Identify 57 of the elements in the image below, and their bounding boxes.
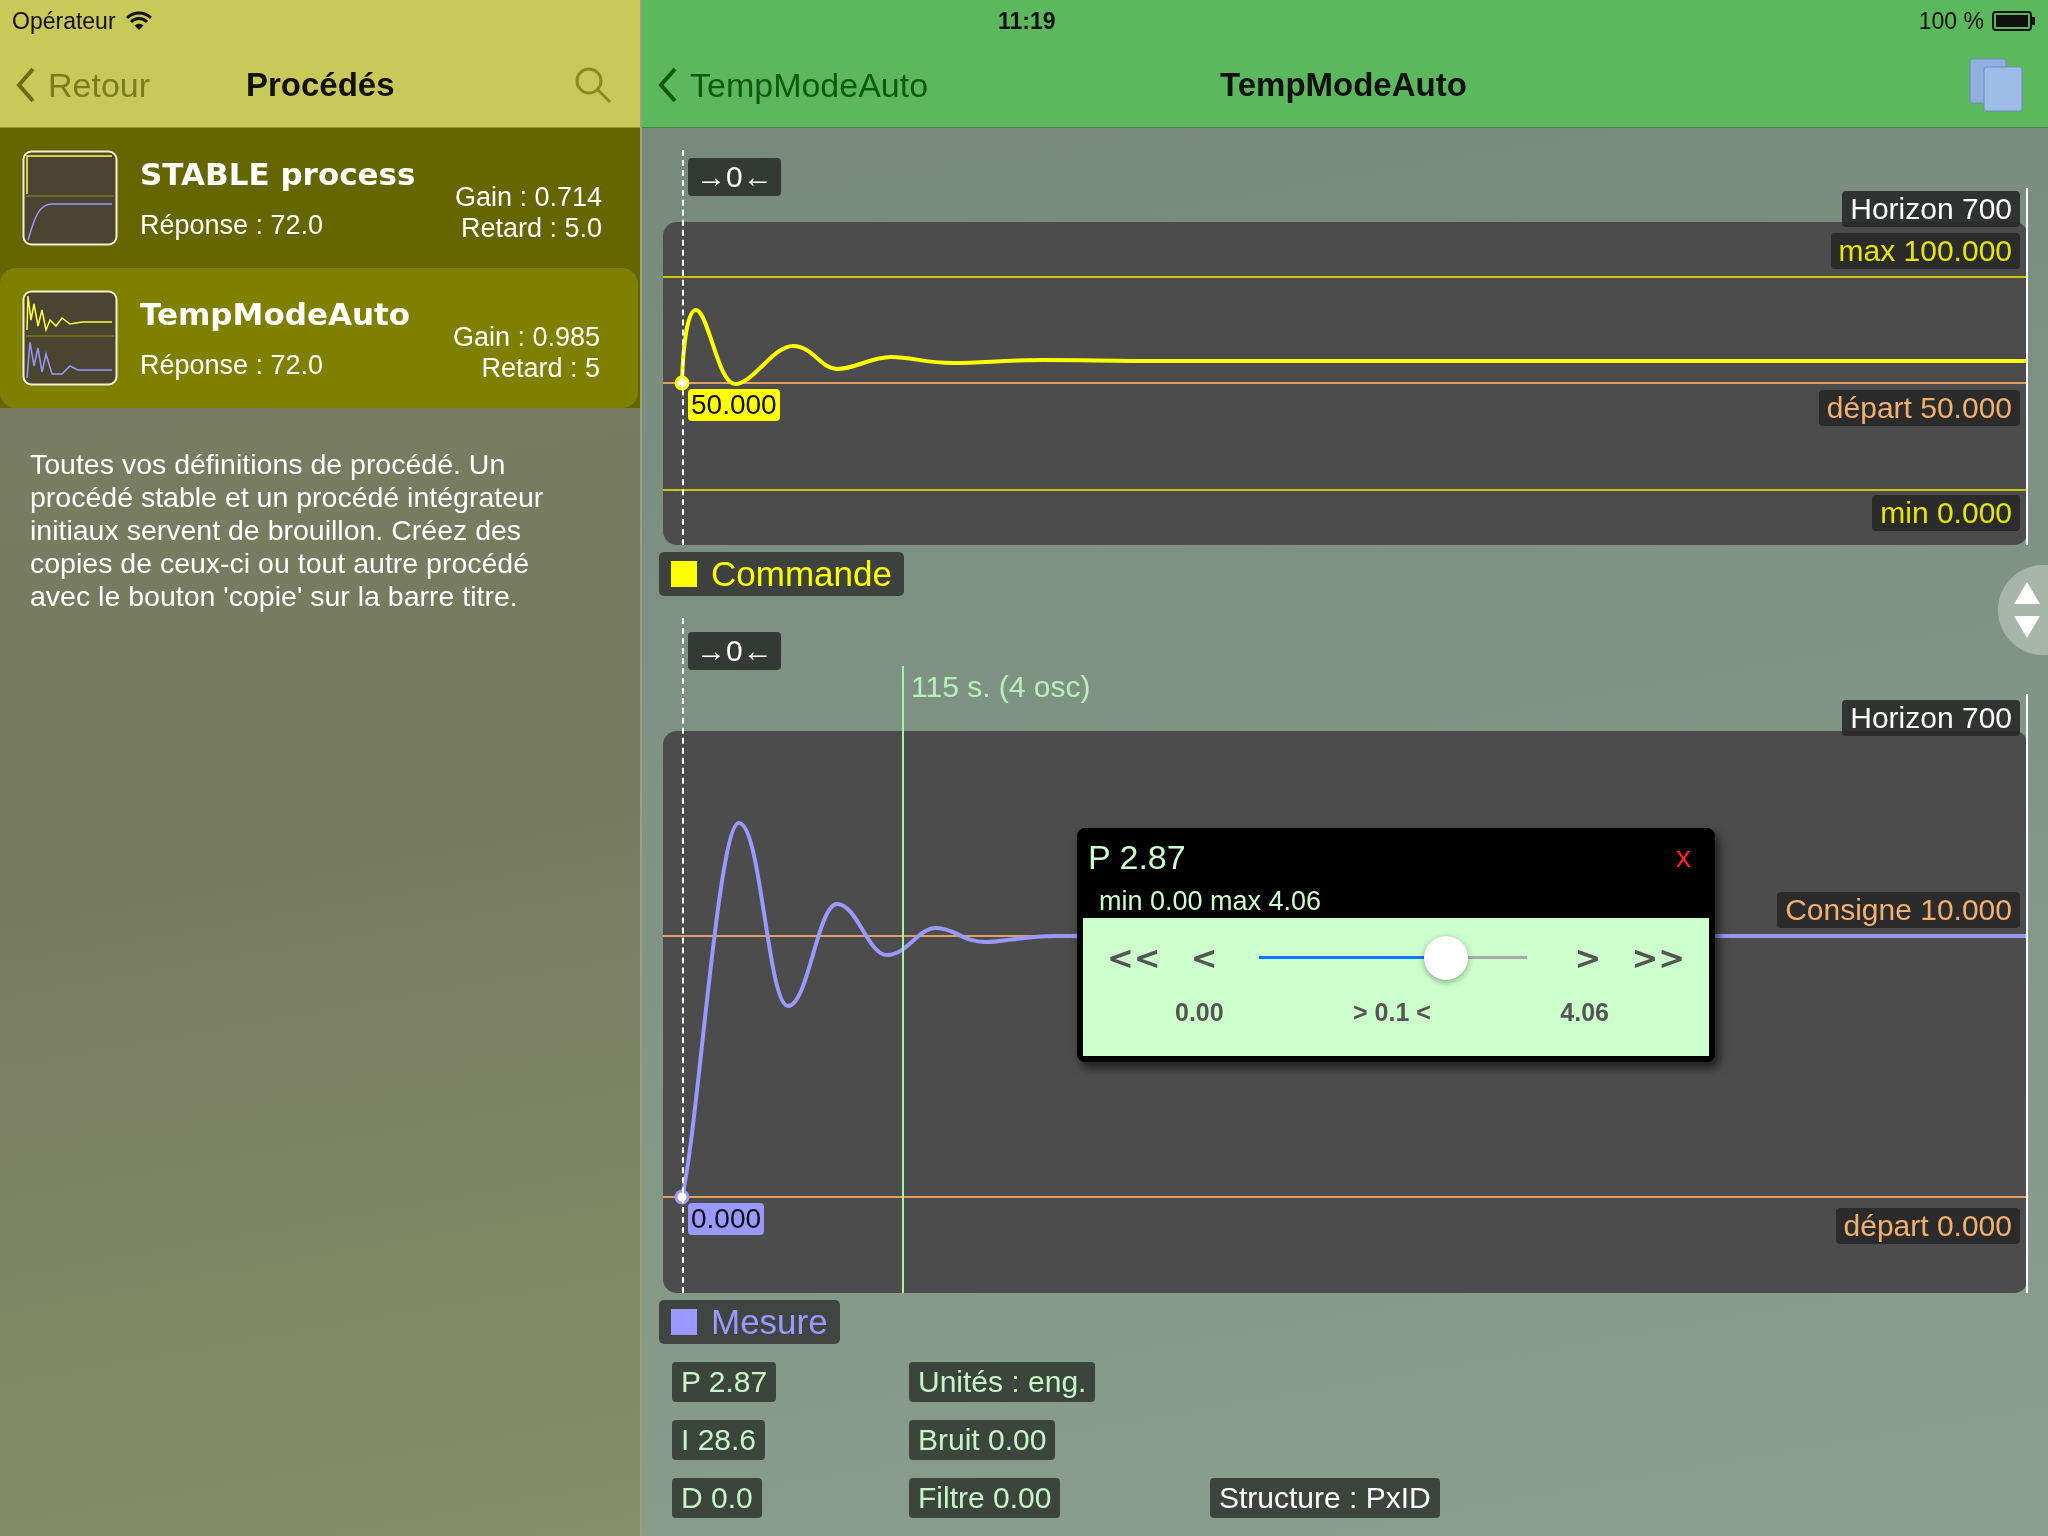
parameter-button[interactable]: Bruit 0.00 xyxy=(909,1420,1056,1460)
battery-icon xyxy=(1992,11,2036,31)
step-button[interactable]: > xyxy=(1566,939,1610,977)
parameter-button[interactable]: P 2.87 xyxy=(672,1362,777,1402)
chevron-left-icon xyxy=(16,67,36,103)
step-value: > 0.1 < xyxy=(1353,998,1431,1027)
legend-label: Mesure xyxy=(711,1302,828,1342)
level-label: Consigne 10.000 xyxy=(1777,892,2020,928)
close-button[interactable]: x xyxy=(1662,840,1705,874)
screen-title: TempModeAuto xyxy=(1220,66,1467,104)
response-value: Réponse : 72.0 xyxy=(140,209,325,241)
popup-title: P 2.87 xyxy=(1088,837,1186,877)
legend-chip[interactable]: Mesure xyxy=(659,1300,840,1344)
range-text: min 0.00 max 4.06 xyxy=(1098,886,1323,918)
start-value: 50.000 xyxy=(688,389,780,421)
parameter-button[interactable]: I 28.6 xyxy=(672,1420,766,1460)
slider-thumb[interactable] xyxy=(1424,936,1469,980)
level-label: max 100.000 xyxy=(1830,233,2020,269)
level-label: départ 50.000 xyxy=(1818,390,2020,426)
min-value: 0.00 xyxy=(1175,998,1224,1027)
carrier-name: Opérateur xyxy=(12,7,116,35)
horizon-label: Horizon 700 xyxy=(1842,191,2020,227)
parameter-button[interactable]: Filtre 0.00 xyxy=(909,1478,1061,1518)
panel-title: Procédés xyxy=(246,66,395,104)
gain-value: Gain : 0.714 xyxy=(454,182,602,213)
delay-value: Retard : 5.0 xyxy=(460,213,602,244)
parameter-button[interactable]: Structure : PxID xyxy=(1210,1478,1440,1518)
delay-value: Retard : 5 xyxy=(481,353,600,384)
parameter-button[interactable]: Unités : eng. xyxy=(909,1362,1096,1402)
copy-icon[interactable] xyxy=(1968,57,2024,113)
level-label: min 0.000 xyxy=(1872,495,2020,531)
search-icon[interactable] xyxy=(574,66,612,104)
clock-time: 11:19 xyxy=(998,7,1056,35)
step-button[interactable]: << xyxy=(1099,939,1169,977)
horizon-label: Horizon 700 xyxy=(1842,700,2020,736)
battery-level: 100 % xyxy=(1918,7,1984,35)
parameter-button[interactable]: D 0.0 xyxy=(672,1478,762,1518)
response-value: Réponse : 72.0 xyxy=(140,349,325,381)
process-list-item[interactable]: STABLE process Réponse : 72.0 Gain : 0.714 Retard : 5.0 xyxy=(0,128,640,268)
chevron-left-icon xyxy=(658,67,678,103)
up-down-arrows-icon xyxy=(2012,580,2042,640)
legend-chip[interactable]: Commande xyxy=(659,552,904,596)
legend-label: Commande xyxy=(711,554,892,594)
max-value: 4.06 xyxy=(1560,998,1609,1027)
reset-zero-button[interactable]: →0← xyxy=(688,632,781,670)
process-name: TempModeAuto xyxy=(140,295,412,332)
process-list-item[interactable]: TempModeAuto Réponse : 72.0 Gain : 0.985 Retard : 5 xyxy=(0,268,638,408)
level-label: départ 0.000 xyxy=(1835,1208,2020,1244)
start-value: 0.000 xyxy=(688,1203,765,1235)
description-text: Toutes vos définitions de procédé. Un procédé stable et un procédé intégrateur initiaux servent de brouillon. Créez des copies de ceux-ci ou tout autre procédé avec le bouton 'copie' sur la barre titre. xyxy=(29,447,545,613)
step-button[interactable]: >> xyxy=(1623,939,1693,977)
step-button[interactable]: < xyxy=(1182,939,1226,977)
period-label: 115 s. (4 osc) xyxy=(911,670,1091,704)
wifi-icon xyxy=(125,11,152,31)
process-name: STABLE process xyxy=(140,155,417,192)
gain-value: Gain : 0.985 xyxy=(452,322,600,353)
reset-zero-button[interactable]: →0← xyxy=(688,158,781,196)
